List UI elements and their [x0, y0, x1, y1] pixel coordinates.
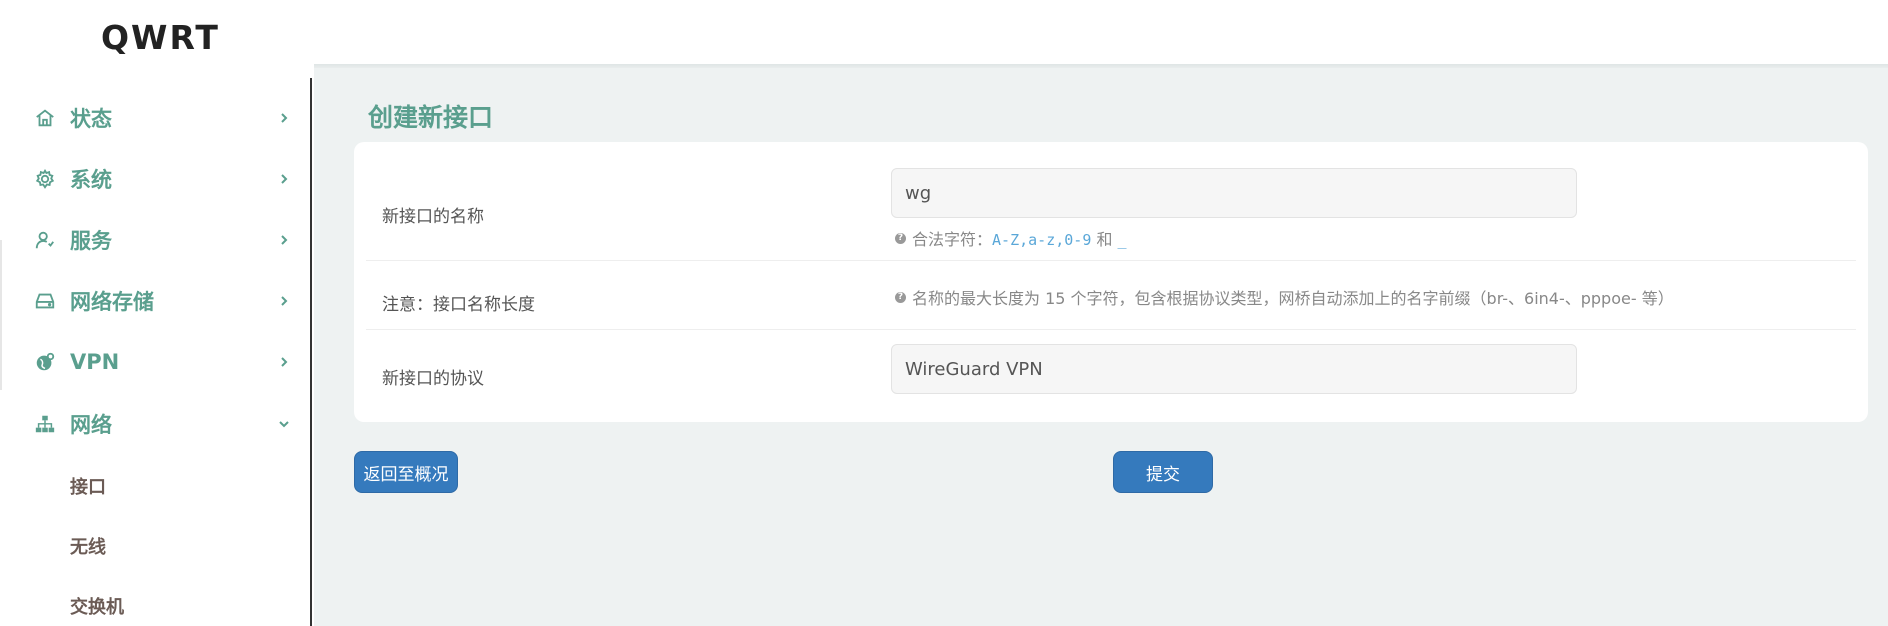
user-service-icon: [34, 229, 56, 251]
gear-icon: [34, 168, 56, 190]
row-divider: [366, 260, 1856, 261]
sidebar-item-network[interactable]: 网络: [0, 398, 306, 450]
sidebar-subitem-wireless[interactable]: 无线: [70, 533, 106, 559]
network-tree-icon: [34, 413, 56, 435]
page-title: 创建新接口: [368, 103, 494, 132]
sidebar-item-label: VPN: [70, 350, 120, 374]
sidebar-item-label: 服务: [70, 229, 112, 253]
hint-text: 合法字符：: [912, 230, 993, 249]
sidebar-subitem-switch[interactable]: 交换机: [70, 593, 124, 619]
hint-text: 名称的最大长度为 15 个字符，包含根据协议类型，网桥自动添加上的名字前缀（br…: [912, 289, 1674, 308]
protocol-label: 新接口的协议: [382, 369, 484, 389]
help-icon: ?: [895, 291, 906, 303]
sidebar-item-status[interactable]: 状态: [0, 92, 306, 144]
sidebar-item-label: 网络: [70, 413, 112, 437]
chevron-right-icon: [278, 356, 290, 368]
row-divider: [366, 329, 1856, 330]
hint-code: a-z: [1028, 231, 1056, 249]
globe-icon: [34, 351, 56, 373]
sidebar-item-system[interactable]: 系统: [0, 153, 306, 205]
chevron-right-icon: [278, 234, 290, 246]
chevron-right-icon: [278, 173, 290, 185]
hint-separator: ,: [1019, 231, 1029, 249]
hint-code: _: [1117, 231, 1127, 249]
back-to-overview-button[interactable]: 返回至概况: [354, 451, 458, 493]
hint-code: 0-9: [1064, 231, 1092, 249]
help-icon: ?: [895, 232, 906, 244]
sidebar-item-services[interactable]: 服务: [0, 214, 306, 266]
chevron-down-icon: [278, 418, 290, 430]
hint-separator: ,: [1055, 231, 1065, 249]
sidebar-item-label: 状态: [70, 107, 112, 131]
protocol-select[interactable]: WireGuard VPN: [891, 344, 1577, 394]
sidebar-item-label: 系统: [70, 168, 112, 192]
hint-text: 和: [1091, 230, 1118, 249]
interface-name-hint: ? 合法字符：A-Z,a-z,0-9 和 _: [895, 226, 1127, 250]
sidebar-item-nas[interactable]: 网络存储: [0, 275, 306, 327]
name-length-note-hint: ? 名称的最大长度为 15 个字符，包含根据协议类型，网桥自动添加上的名字前缀（…: [895, 285, 1674, 309]
chevron-right-icon: [278, 112, 290, 124]
interface-name-label: 新接口的名称: [382, 207, 484, 227]
submit-button[interactable]: 提交: [1113, 451, 1213, 493]
brand-logo: QWRT: [101, 18, 220, 57]
interface-name-input[interactable]: [891, 168, 1577, 218]
sidebar-item-label: 网络存储: [70, 290, 154, 314]
sidebar-item-vpn[interactable]: VPN: [0, 336, 306, 388]
name-length-note-label: 注意：接口名称长度: [382, 295, 535, 315]
sidebar-subitem-interfaces[interactable]: 接口: [70, 473, 106, 499]
chevron-right-icon: [278, 295, 290, 307]
home-icon: [34, 107, 56, 129]
hint-code: A-Z: [992, 231, 1020, 249]
drive-icon: [34, 290, 56, 312]
